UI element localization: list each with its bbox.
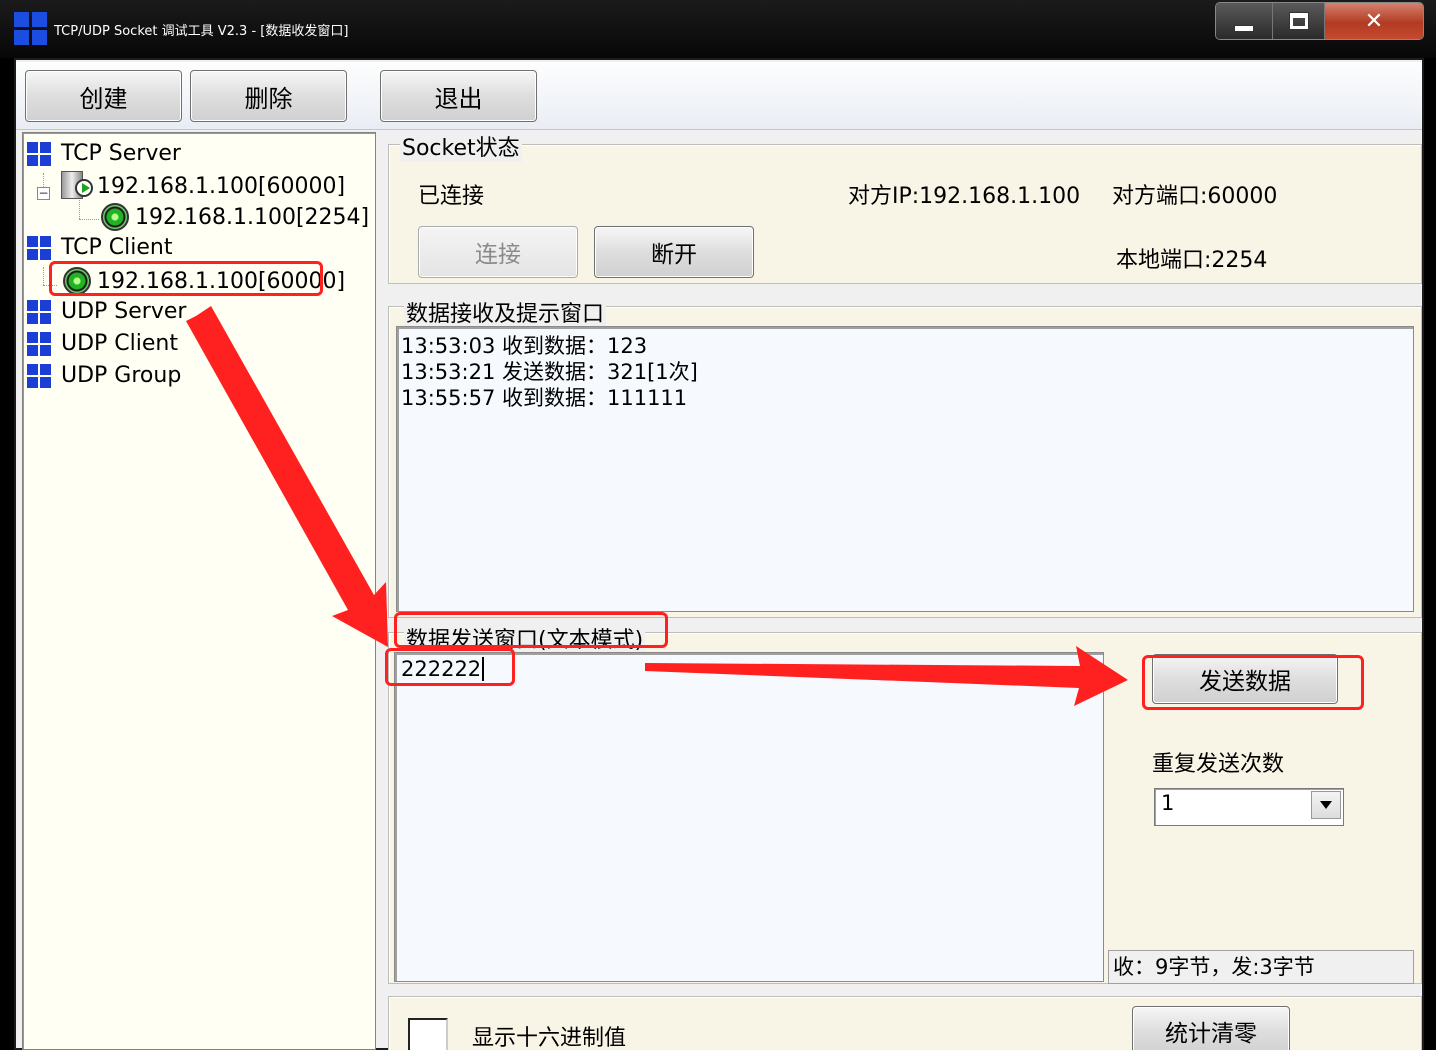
tree-item-tcp-server-peer[interactable]: 192.168.1.100[2254] xyxy=(101,203,369,231)
repeat-count-value: 1 xyxy=(1161,791,1175,815)
receive-title: 数据接收及提示窗口 xyxy=(404,296,607,328)
tree-item-tcp-server-listen[interactable]: 192.168.1.100[60000] xyxy=(61,171,345,201)
window-title: TCP/UDP Socket 调试工具 V2.3 - [数据收发窗口] xyxy=(54,24,349,39)
send-input[interactable]: 222222 xyxy=(394,652,1104,982)
tree-label: 192.168.1.100[2254] xyxy=(135,204,370,230)
socket-status-title: Socket状态 xyxy=(400,130,522,162)
hex-display-label: 显示十六进制值 xyxy=(472,1026,627,1050)
udp-group-icon xyxy=(27,363,51,388)
collapse-icon[interactable]: − xyxy=(37,187,50,200)
tcp-client-icon xyxy=(27,235,51,260)
tree-label: TCP Client xyxy=(61,235,173,260)
tree-item-tcp-client[interactable]: TCP Client xyxy=(27,235,172,260)
server-listen-icon xyxy=(61,171,95,201)
annotation-box-send-title xyxy=(394,612,668,648)
maximize-icon xyxy=(1289,13,1308,29)
receive-log[interactable]: 13:53:03 收到数据：123 13:53:21 发送数据：321[1次] … xyxy=(396,326,1414,612)
repeat-count-label: 重复发送次数 xyxy=(1152,752,1285,777)
log-line: 13:53:03 收到数据：123 xyxy=(401,334,648,358)
create-button[interactable]: 创建 xyxy=(25,70,182,122)
title-bar: TCP/UDP Socket 调试工具 V2.3 - [数据收发窗口] ✕ xyxy=(0,0,1436,58)
main-window: 创建 删除 退出 TCP Server − 192.168.1.100[6000… xyxy=(14,58,1424,1050)
exit-button[interactable]: 退出 xyxy=(380,70,537,122)
annotation-box-send-button xyxy=(1142,655,1364,710)
toolbar: 创建 删除 退出 xyxy=(16,62,1422,130)
tree-label: 192.168.1.100[60000] xyxy=(97,173,346,199)
byte-stats: 收：9字节，发:3字节 xyxy=(1108,950,1414,984)
udp-client-icon xyxy=(27,331,51,356)
repeat-count-select[interactable]: 1 xyxy=(1154,788,1344,826)
tree-item-udp-group[interactable]: UDP Group xyxy=(27,363,181,388)
annotation-box-send-input xyxy=(385,648,515,686)
minimize-button[interactable] xyxy=(1216,3,1273,39)
tree-item-udp-server[interactable]: UDP Server xyxy=(27,299,186,324)
close-button[interactable]: ✕ xyxy=(1325,3,1423,39)
tree-label: UDP Group xyxy=(61,363,182,388)
minimize-icon xyxy=(1235,25,1253,31)
udp-server-icon xyxy=(27,299,51,324)
close-icon: ✕ xyxy=(1364,8,1384,34)
tree-label: TCP Server xyxy=(61,141,181,166)
remote-port: 对方端口:60000 xyxy=(1112,184,1278,209)
maximize-button[interactable] xyxy=(1273,3,1325,39)
window-controls: ✕ xyxy=(1215,2,1424,40)
annotation-box-tcp-client xyxy=(49,261,323,296)
connection-state: 已连接 xyxy=(418,184,485,209)
disconnect-button[interactable]: 断开 xyxy=(594,226,754,278)
tree-label: UDP Server xyxy=(61,299,187,324)
local-port: 本地端口:2254 xyxy=(1116,248,1268,273)
tcp-server-icon xyxy=(27,141,51,166)
tree-item-udp-client[interactable]: UDP Client xyxy=(27,331,178,356)
app-icon xyxy=(14,12,48,46)
delete-button[interactable]: 删除 xyxy=(190,70,347,122)
log-line: 13:53:21 发送数据：321[1次] xyxy=(401,360,698,384)
tree-item-tcp-server[interactable]: TCP Server xyxy=(27,141,181,166)
log-line: 13:55:57 收到数据：111111 xyxy=(401,386,688,410)
connected-icon xyxy=(101,203,129,231)
reset-stats-button[interactable]: 统计清零 xyxy=(1132,1006,1290,1050)
connect-button[interactable]: 连接 xyxy=(418,226,578,278)
remote-ip: 对方IP:192.168.1.100 xyxy=(848,184,1081,209)
chevron-down-icon[interactable] xyxy=(1311,791,1341,819)
hex-display-checkbox[interactable] xyxy=(408,1018,448,1050)
tree-label: UDP Client xyxy=(61,331,178,356)
